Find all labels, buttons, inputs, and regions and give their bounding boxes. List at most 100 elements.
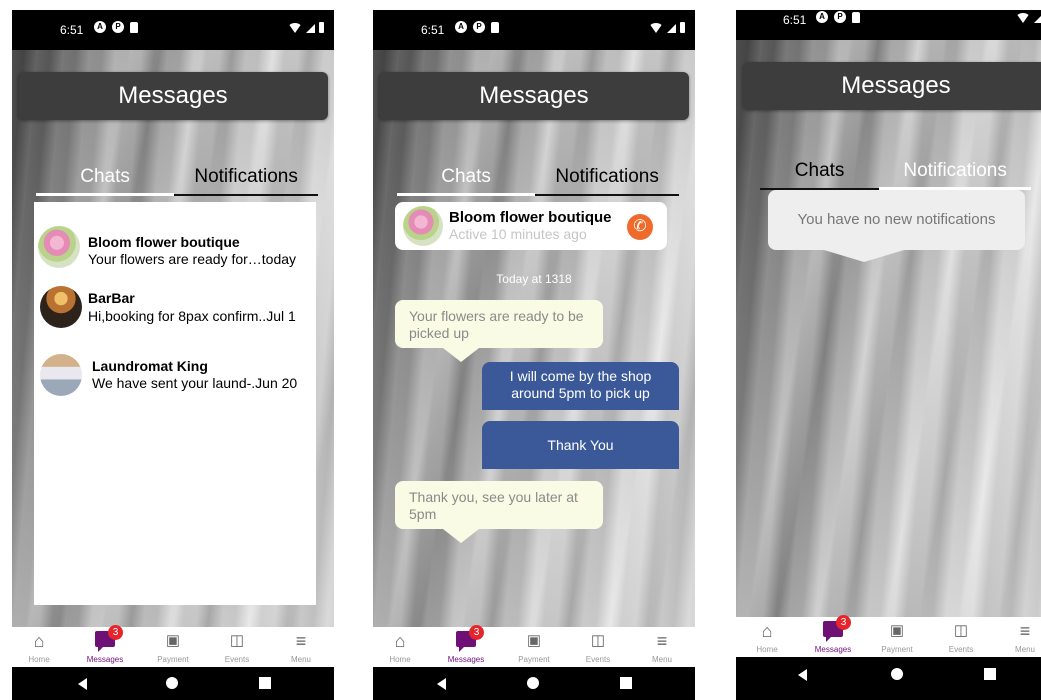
nav-messages[interactable]: 3 Messages xyxy=(802,615,864,657)
recent-apps-icon[interactable] xyxy=(984,668,996,680)
nav-events-label: Events xyxy=(585,655,611,664)
home-circle-icon[interactable] xyxy=(527,677,539,689)
message-timestamp: Today at 1318 xyxy=(496,272,572,286)
sd-card-icon xyxy=(852,12,860,23)
nav-messages-label: Messages xyxy=(447,655,485,664)
nav-home[interactable]: ⌂ Home xyxy=(736,617,798,657)
tab-chats[interactable]: Chats xyxy=(760,160,880,190)
battery-icon xyxy=(680,22,685,33)
nav-messages-label: Messages xyxy=(86,655,124,664)
nav-payment-label: Payment xyxy=(157,655,189,664)
chat-name: Bloom flower boutique xyxy=(88,234,240,250)
flower-avatar xyxy=(403,206,443,246)
nav-menu[interactable]: ≡ Menu xyxy=(270,627,332,667)
chat-snippet: We have sent your laund-.Jun 20 xyxy=(92,375,298,391)
nav-menu[interactable]: ≡ Menu xyxy=(631,627,693,667)
home-circle-icon[interactable] xyxy=(891,668,903,680)
bottom-nav: ⌂ Home 3 Messages ▣ Payment ◫ Events ≡ M… xyxy=(736,615,1041,657)
events-icon: ◫ xyxy=(229,632,245,649)
contact-status: Active 10 minutes ago xyxy=(449,226,587,242)
status-time: 6:51 xyxy=(60,23,84,37)
home-icon: ⌂ xyxy=(33,631,45,651)
unread-badge: 3 xyxy=(836,615,851,630)
incoming-message: Thank you, see you later at 5pm xyxy=(395,481,603,543)
chat-name: Laundromat King xyxy=(92,358,208,374)
tab-notifications-label: Notifications xyxy=(555,166,659,187)
system-nav-bar xyxy=(12,667,334,700)
flower-avatar xyxy=(38,226,80,268)
app-notification-icon: P xyxy=(473,21,485,33)
sd-card-icon xyxy=(130,22,138,33)
tab-notifications-label: Notifications xyxy=(194,166,298,187)
app-notification-icon: P xyxy=(834,11,846,23)
nav-home-label: Home xyxy=(389,655,411,664)
nav-payment[interactable]: ▣ Payment xyxy=(503,627,565,667)
menu-icon: ≡ xyxy=(656,631,668,651)
payment-icon: ▣ xyxy=(889,622,905,639)
status-time: 6:51 xyxy=(783,13,807,27)
home-icon: ⌂ xyxy=(761,621,773,641)
battery-icon xyxy=(319,22,324,33)
page-title: Messages xyxy=(379,72,689,120)
home-circle-icon[interactable] xyxy=(166,677,178,689)
nav-messages[interactable]: 3 Messages xyxy=(74,625,136,667)
bar-avatar xyxy=(40,286,82,328)
bottom-nav: ⌂ Home 3 Messages ▣ Payment ◫ Events ≡ M… xyxy=(12,625,334,667)
status-bar: 6:51 A P xyxy=(373,10,695,50)
unread-badge: 3 xyxy=(108,625,123,640)
incoming-message: Your flowers are ready to be picked up xyxy=(395,300,603,362)
nav-payment-label: Payment xyxy=(518,655,550,664)
nav-home[interactable]: ⌂ Home xyxy=(12,627,70,667)
phone-icon[interactable]: ✆ xyxy=(627,214,653,240)
chat-snippet: Your flowers are ready for…today xyxy=(88,251,297,267)
tab-chats-label: Chats xyxy=(80,166,130,187)
tab-active-indicator xyxy=(36,193,175,196)
tab-chats-label: Chats xyxy=(794,160,845,181)
chat-list-item[interactable]: Bloom flower boutique Your flowers are r… xyxy=(38,226,312,272)
contact-header[interactable]: Bloom flower boutique Active 10 minutes … xyxy=(395,202,667,250)
nav-events[interactable]: ◫ Events xyxy=(930,617,992,657)
nav-menu-label: Menu xyxy=(651,655,672,664)
status-bar: 6:51 A P xyxy=(12,10,334,50)
nav-events[interactable]: ◫ Events xyxy=(567,627,629,667)
empty-notifications-message: You have no new notifications xyxy=(768,190,1025,262)
tab-bar: Chats Notifications xyxy=(397,166,679,196)
page-title: Messages xyxy=(743,62,1041,110)
back-icon[interactable] xyxy=(798,669,807,681)
tab-notifications[interactable]: Notifications xyxy=(535,166,679,196)
nav-events-label: Events xyxy=(224,655,250,664)
phone-screen-notifications: 6:51 A P Messages Chats Notifications Yo… xyxy=(736,10,1041,700)
chat-list-item[interactable]: BarBar Hi,booking for 8pax confirm..Jul … xyxy=(38,284,312,330)
wifi-icon xyxy=(288,23,302,33)
payment-icon: ▣ xyxy=(526,632,542,649)
chat-snippet: Hi,booking for 8pax confirm..Jul 1 xyxy=(88,308,296,324)
wifi-icon xyxy=(649,23,663,33)
nav-payment[interactable]: ▣ Payment xyxy=(142,627,204,667)
tab-chats[interactable]: Chats xyxy=(397,166,536,196)
home-icon: ⌂ xyxy=(394,631,406,651)
nav-home[interactable]: ⌂ Home xyxy=(373,627,431,667)
nav-menu[interactable]: ≡ Menu xyxy=(994,617,1041,657)
tab-notifications[interactable]: Notifications xyxy=(879,160,1031,190)
app-notification-icon: A xyxy=(816,11,828,23)
chat-list: Bloom flower boutique Your flowers are r… xyxy=(34,202,316,605)
nav-messages[interactable]: 3 Messages xyxy=(435,625,497,667)
recent-apps-icon[interactable] xyxy=(259,677,271,689)
app-notification-icon: A xyxy=(455,21,467,33)
tab-underline xyxy=(535,194,679,196)
back-icon[interactable] xyxy=(78,678,87,690)
tab-chats[interactable]: Chats xyxy=(36,166,175,196)
payment-icon: ▣ xyxy=(165,632,181,649)
events-icon: ◫ xyxy=(953,622,969,639)
system-nav-bar xyxy=(373,667,695,700)
bottom-nav: ⌂ Home 3 Messages ▣ Payment ◫ Events ≡ M… xyxy=(373,625,695,667)
chat-list-item[interactable]: Laundromat King We have sent your laund-… xyxy=(38,352,312,398)
phone-screen-chats-list: 6:51 A P Messages Chats Notifications Bl… xyxy=(12,10,334,700)
app-screen: Messages Chats Notifications You have no… xyxy=(736,40,1041,627)
nav-events[interactable]: ◫ Events xyxy=(206,627,268,667)
tab-notifications[interactable]: Notifications xyxy=(174,166,318,196)
tab-notifications-label: Notifications xyxy=(903,160,1007,181)
back-icon[interactable] xyxy=(437,678,446,690)
nav-payment[interactable]: ▣ Payment xyxy=(866,617,928,657)
recent-apps-icon[interactable] xyxy=(620,677,632,689)
